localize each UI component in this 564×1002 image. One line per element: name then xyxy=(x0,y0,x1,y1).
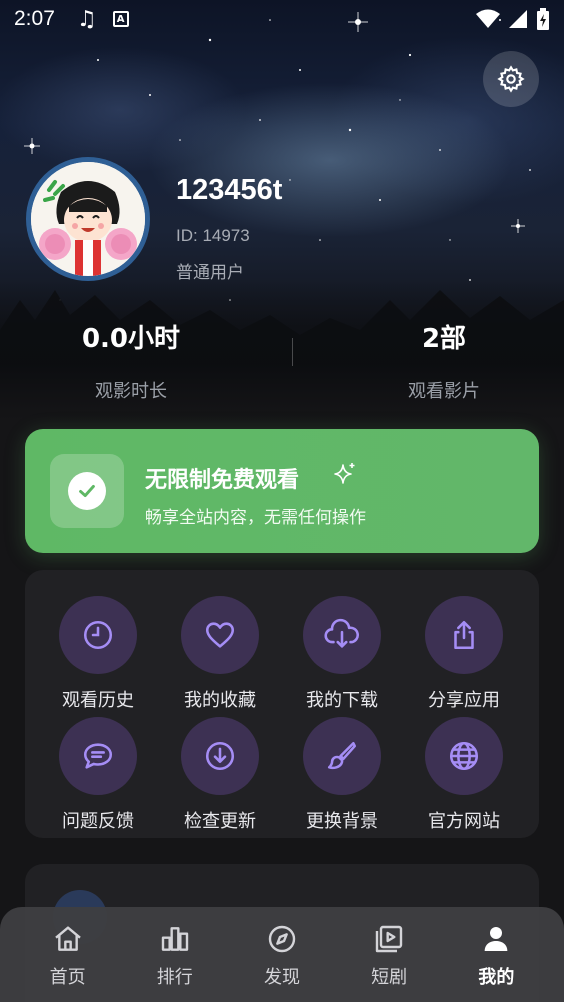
downloads-button[interactable]: 我的下载 xyxy=(281,596,403,712)
ranking-icon xyxy=(161,927,188,951)
icon-circle xyxy=(59,717,137,795)
heart-icon xyxy=(205,622,235,648)
download-circle-icon xyxy=(205,741,235,771)
user-id: ID: 14973 xyxy=(176,226,250,245)
check-icon xyxy=(79,484,95,498)
short-drama-icon xyxy=(375,925,403,953)
brush-icon xyxy=(327,741,357,770)
avatar[interactable] xyxy=(26,157,150,281)
unlimited-free-card[interactable]: 无限制免费观看 畅享全站内容，无需任何操作 xyxy=(25,429,539,553)
globe-icon xyxy=(449,741,479,771)
status-bar: 2:07 ♫ A xyxy=(0,0,564,38)
feature-label: 更换背景 xyxy=(306,811,378,832)
nav-label: 排行 xyxy=(156,967,193,988)
icon-circle xyxy=(303,596,381,674)
feature-label: 观看历史 xyxy=(62,690,134,711)
music-note-icon: ♫ xyxy=(76,6,97,32)
sparkle-icon xyxy=(334,463,355,484)
feature-label: 我的收藏 xyxy=(184,690,256,711)
feature-label: 我的下载 xyxy=(306,690,378,711)
feedback-button[interactable]: 问题反馈 xyxy=(37,717,159,833)
vip-title: 无限制免费观看 xyxy=(145,468,300,493)
stat-label: 观影时长 xyxy=(95,381,167,402)
share-icon xyxy=(454,620,474,650)
stat-watch-time: 0.0小时 观影时长 xyxy=(31,318,231,403)
home-icon xyxy=(54,926,81,951)
icon-circle xyxy=(425,717,503,795)
icon-circle xyxy=(181,717,259,795)
nav-label: 短剧 xyxy=(371,967,408,988)
user-type: 普通用户 xyxy=(176,263,244,283)
watch-history-button[interactable]: 观看历史 xyxy=(37,596,159,712)
share-app-button[interactable]: 分享应用 xyxy=(403,596,525,712)
compass-icon xyxy=(268,925,296,953)
avatar-image xyxy=(31,162,145,276)
feature-grid: 观看历史 我的收藏 我的下载 分享应用 问题反馈 检查更新 更换背景 官方网站 xyxy=(25,570,539,838)
battery-icon xyxy=(537,8,549,30)
status-time: 2:07 xyxy=(14,7,55,30)
person-icon xyxy=(485,927,508,951)
icon-circle xyxy=(59,596,137,674)
stat-movies-watched: 2部 观看影片 xyxy=(344,318,544,403)
feature-label: 检查更新 xyxy=(184,811,256,832)
check-badge xyxy=(50,454,124,528)
icon-circle xyxy=(181,596,259,674)
settings-button[interactable] xyxy=(483,51,539,107)
nav-discover[interactable]: 发现 xyxy=(232,907,332,1002)
feature-label: 问题反馈 xyxy=(62,811,134,832)
bottom-navigation: 首页 排行 发现 短剧 我的 xyxy=(0,907,564,1002)
feature-label: 分享应用 xyxy=(428,690,500,711)
vip-subtitle: 畅享全站内容，无需任何操作 xyxy=(145,508,366,528)
icon-circle xyxy=(303,717,381,795)
favorites-button[interactable]: 我的收藏 xyxy=(159,596,281,712)
a-notification-icon: A xyxy=(112,11,129,27)
nav-label: 我的 xyxy=(478,967,515,988)
gear-icon xyxy=(497,65,525,93)
official-website-button[interactable]: 官方网站 xyxy=(403,717,525,833)
stat-divider xyxy=(292,338,293,366)
nav-home[interactable]: 首页 xyxy=(18,907,118,1002)
nav-label: 发现 xyxy=(263,967,300,988)
wifi-icon xyxy=(476,9,500,28)
nav-mine[interactable]: 我的 xyxy=(446,907,546,1002)
stat-value: 0.0小时 xyxy=(81,324,181,354)
stat-label: 观看影片 xyxy=(408,381,480,402)
icon-circle xyxy=(425,596,503,674)
username: 123456t xyxy=(176,174,283,206)
chat-icon xyxy=(83,743,113,769)
clock-icon xyxy=(83,620,113,650)
signal-icon xyxy=(509,10,527,28)
stat-value: 2部 xyxy=(421,324,467,354)
check-update-button[interactable]: 检查更新 xyxy=(159,717,281,833)
nav-ranking[interactable]: 排行 xyxy=(125,907,225,1002)
nav-label: 首页 xyxy=(49,967,86,988)
change-background-button[interactable]: 更换背景 xyxy=(281,717,403,833)
feature-label: 官方网站 xyxy=(428,811,500,832)
cloud-download-icon xyxy=(324,618,359,648)
nav-short-drama[interactable]: 短剧 xyxy=(339,907,439,1002)
